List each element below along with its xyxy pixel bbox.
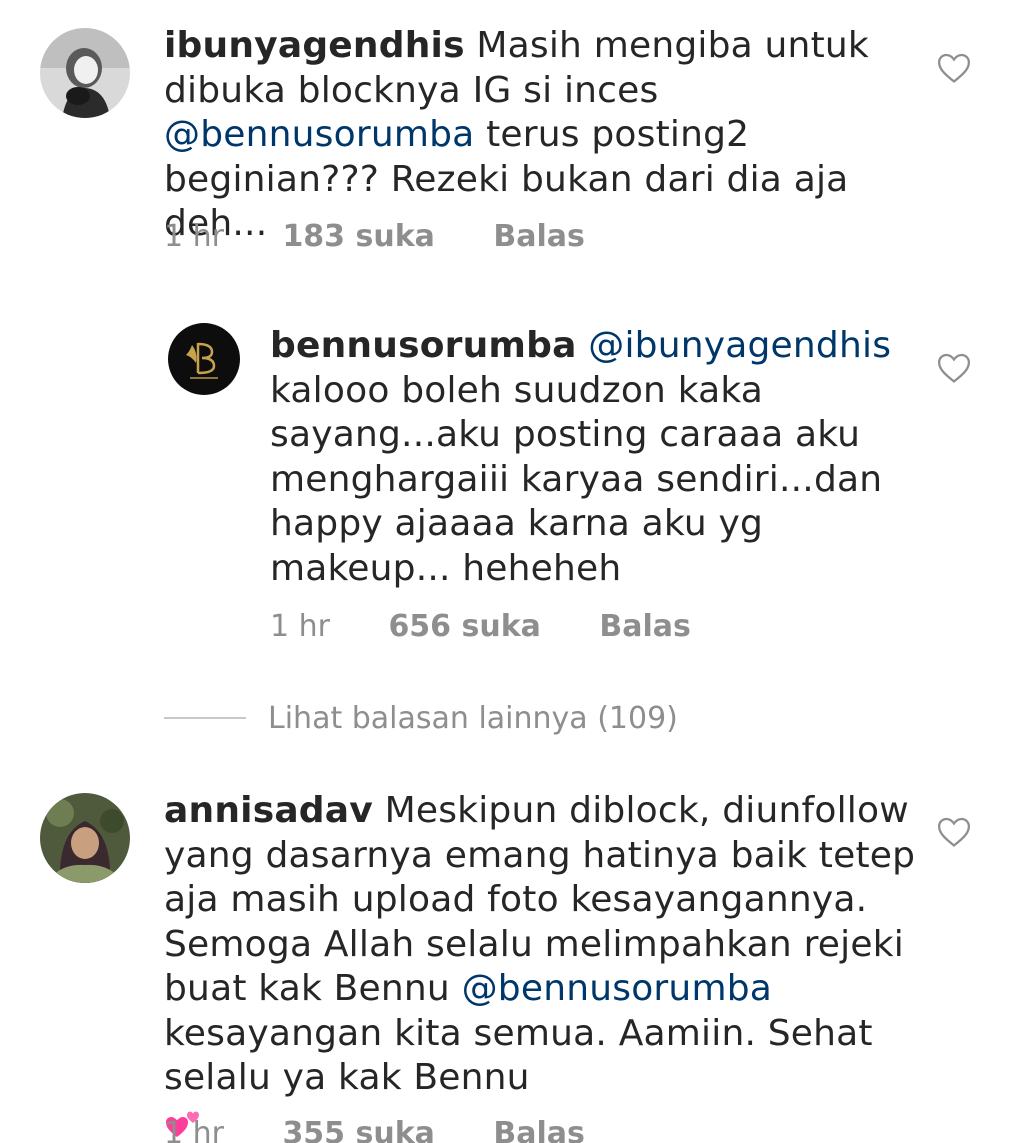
mention-link[interactable]: @ibunyagendhis	[588, 325, 891, 366]
replies-divider	[164, 717, 246, 719]
mention-link[interactable]: @bennusorumba	[164, 114, 474, 155]
comment-body: kesayangan kita semua. Aamiin. Sehat sel…	[164, 1012, 873, 1099]
profile-photo-icon	[40, 28, 130, 118]
comment-time: 1 hr	[164, 1116, 224, 1143]
comment-text: bennusorumba @ibunyagendhis kalooo boleh…	[270, 324, 910, 591]
likes-count[interactable]: 183 suka	[282, 219, 434, 254]
comment-time: 1 hr	[270, 609, 330, 644]
likes-count[interactable]: 355 suka	[282, 1116, 434, 1143]
avatar[interactable]	[168, 323, 240, 395]
bennu-logo-icon	[168, 323, 240, 395]
heart-icon[interactable]	[937, 816, 971, 848]
comment-username[interactable]: bennusorumba	[270, 325, 577, 366]
comment-text: annisadav Meskipun diblock, diunfollow y…	[164, 789, 924, 1143]
reply-button[interactable]: Balas	[493, 1116, 585, 1143]
comment-body: kalooo boleh suudzon kaka sayang...aku p…	[270, 369, 883, 589]
likes-count[interactable]: 656 suka	[388, 609, 540, 644]
comment-time: 1 hr	[164, 219, 224, 254]
view-replies-label[interactable]: Lihat balasan lainnya (109)	[268, 701, 678, 736]
comment-meta: 1 hr 183 suka Balas	[164, 219, 585, 254]
comment-username[interactable]: ibunyagendhis	[164, 25, 465, 66]
profile-photo-icon	[40, 793, 130, 883]
comment-text: ibunyagendhis Masih mengiba untuk dibuka…	[164, 24, 924, 247]
comment-username[interactable]: annisadav	[164, 790, 373, 831]
view-more-replies[interactable]: Lihat balasan lainnya (109)	[164, 696, 678, 740]
comment-meta: 1 hr 656 suka Balas	[270, 609, 691, 644]
avatar[interactable]	[40, 28, 130, 118]
comment-meta: 1 hr 355 suka Balas	[164, 1116, 585, 1143]
heart-icon[interactable]	[937, 52, 971, 84]
avatar[interactable]	[40, 793, 130, 883]
mention-link[interactable]: @bennusorumba	[462, 968, 772, 1009]
heart-icon[interactable]	[937, 352, 971, 384]
reply-button[interactable]: Balas	[599, 609, 691, 644]
reply-button[interactable]: Balas	[493, 219, 585, 254]
